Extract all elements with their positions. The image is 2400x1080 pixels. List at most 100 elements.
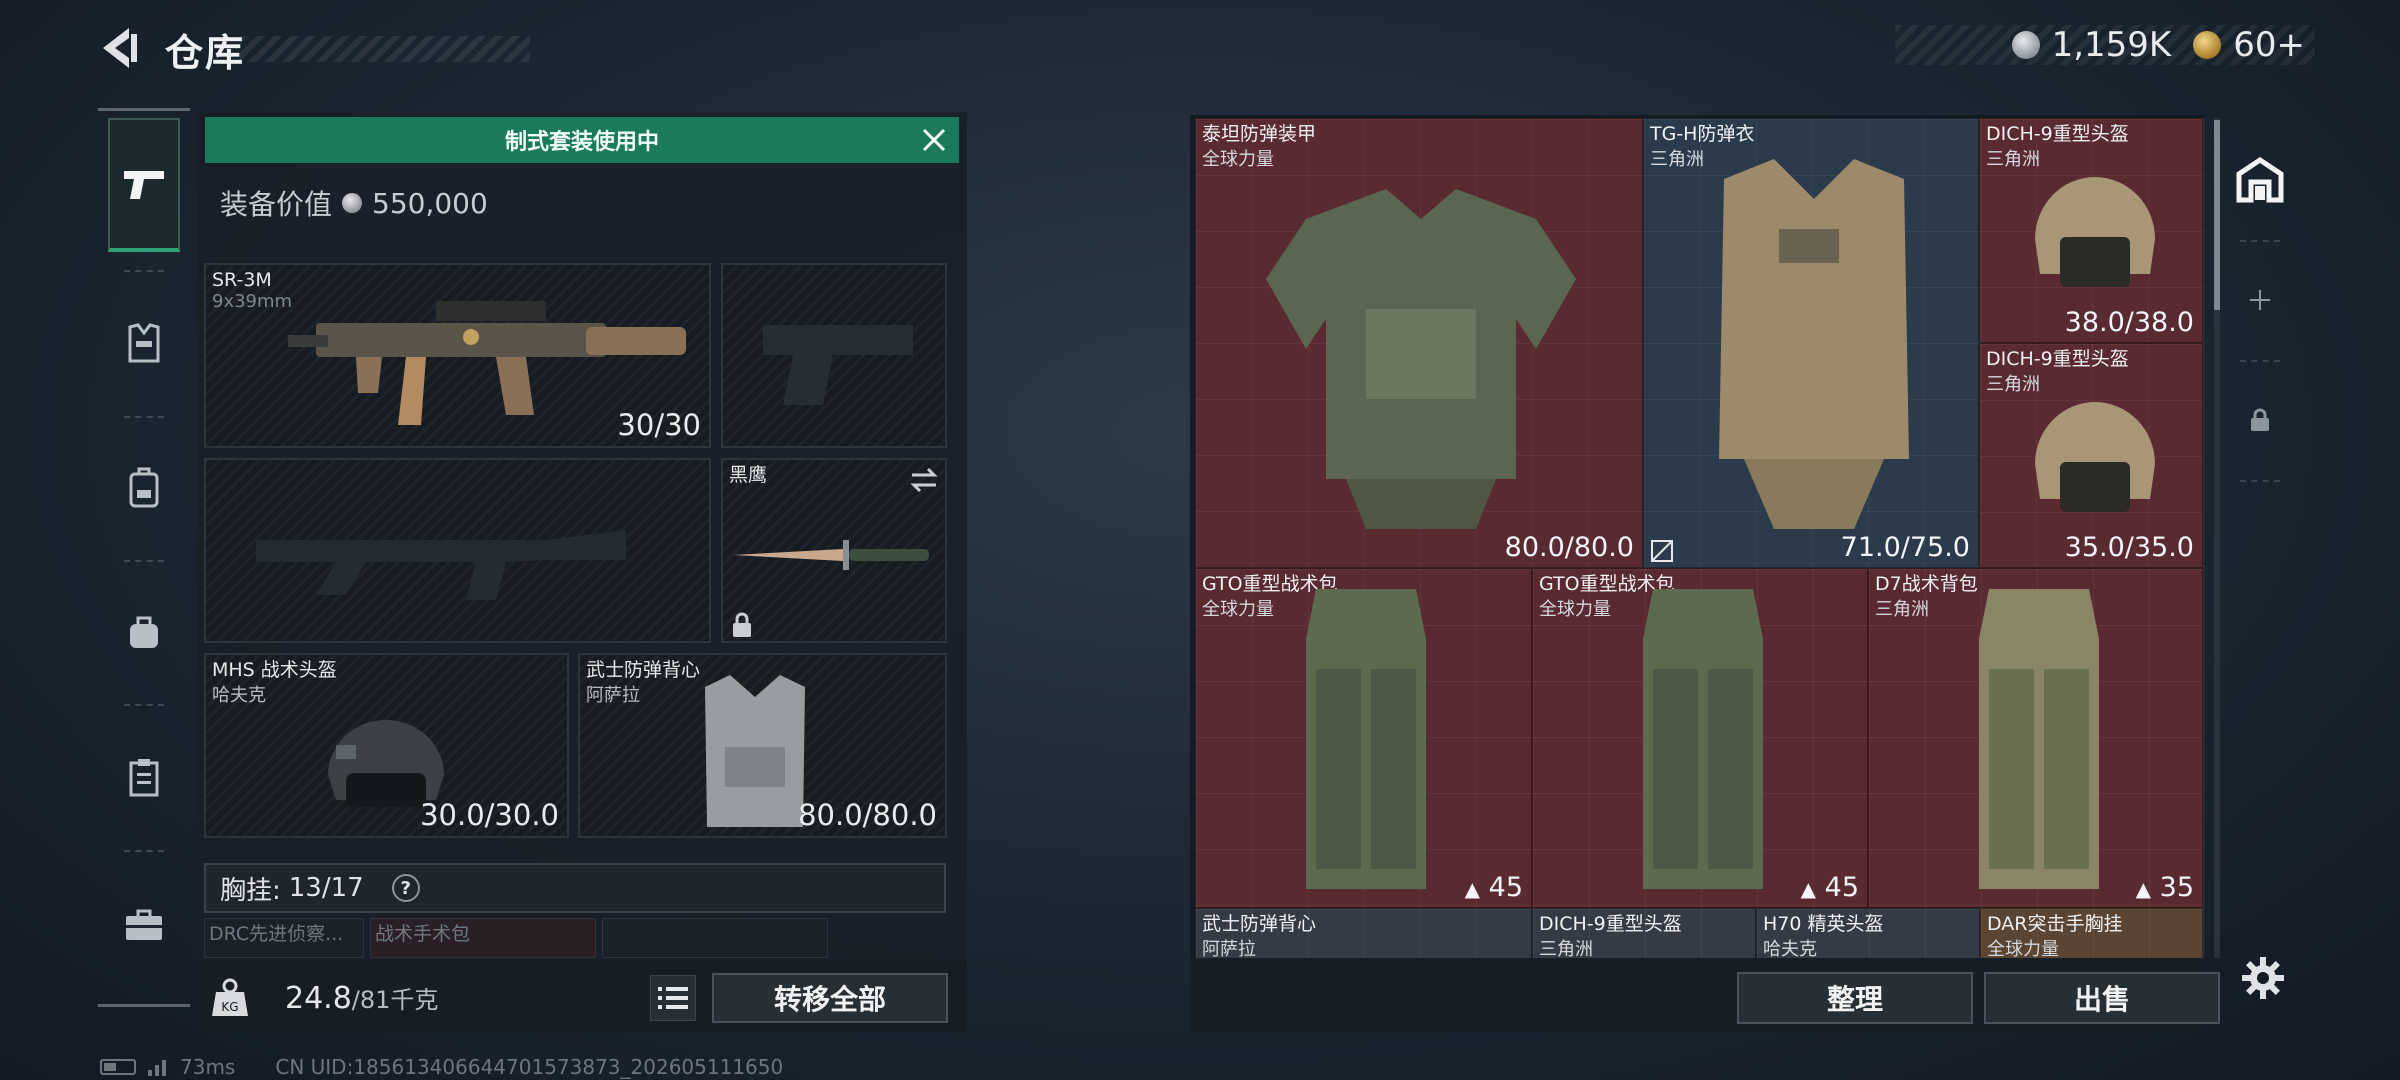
container-slot[interactable]	[602, 918, 828, 958]
ping-readout: 73ms	[180, 1055, 236, 1079]
armor-name: 武士防弹背心	[586, 659, 701, 681]
storage-item[interactable]: DICH-9重型头盔 三角洲 38.0/38.0	[1979, 118, 2203, 343]
item-faction: 三角洲	[1875, 599, 1929, 620]
chest-capacity: 13/17	[288, 873, 364, 903]
storage-item[interactable]: DICH-9重型头盔 三角洲 35.0/35.0	[1979, 343, 2203, 568]
item-capacity: ▲ 35	[2135, 872, 2194, 903]
storage-item[interactable]: 泰坦防弹装甲 全球力量 80.0/80.0	[1195, 118, 1643, 568]
ammo-count: 30/30	[617, 408, 701, 442]
storage-side-rail	[2225, 120, 2295, 550]
container-slot[interactable]: 战术手术包	[370, 918, 596, 958]
storage-item[interactable]: 武士防弹背心 阿萨拉	[1195, 908, 1532, 958]
loadout-banner: 制式套装使用中	[205, 117, 959, 163]
storage-item[interactable]: DAR突击手胸挂 全球力量	[1980, 908, 2203, 958]
title-decoration	[240, 36, 530, 62]
helmet-name: MHS 战术头盔	[212, 659, 337, 681]
silver-coin-icon	[342, 193, 363, 213]
item-name: DICH-9重型头盔	[1986, 123, 2129, 145]
value-label: 装备价值	[220, 188, 333, 221]
helmet-slot[interactable]: MHS 战术头盔 哈夫克 30.0/30.0	[204, 653, 569, 838]
storage-item[interactable]: GTO重型战术包 全球力量 ▲ 45	[1532, 568, 1868, 908]
category-tools[interactable]	[108, 858, 180, 992]
lock-icon	[2251, 408, 2269, 431]
settings-button[interactable]	[2240, 955, 2286, 1001]
secondary-weapon-slot[interactable]	[204, 458, 711, 643]
armor-slot[interactable]: 武士防弹背心 阿萨拉 80.0/80.0	[578, 653, 947, 838]
bag-icon	[130, 616, 158, 648]
helmet-image	[2035, 177, 2155, 287]
gear-icon	[2242, 957, 2284, 999]
pistol-silhouette	[763, 325, 913, 405]
list-icon	[658, 987, 688, 1009]
locked-storage-button[interactable]	[2225, 360, 2295, 480]
weight-icon: KG	[208, 976, 252, 1020]
armor-durability: 80.0/80.0	[798, 798, 937, 832]
knife-image	[733, 540, 929, 570]
heavy-armor-image	[1266, 189, 1576, 529]
gold-balance[interactable]: 60+	[2233, 25, 2305, 65]
item-name: DAR突击手胸挂	[1987, 913, 2123, 935]
storage-scroll-thumb[interactable]	[2214, 120, 2220, 310]
banner-text: 制式套装使用中	[504, 130, 659, 155]
item-durability: 71.0/75.0	[1840, 532, 1970, 563]
sort-button[interactable]: 整理	[1737, 972, 1973, 1024]
category-tasks[interactable]	[108, 710, 180, 844]
list-view-button[interactable]	[650, 975, 696, 1021]
helmet-image	[2035, 402, 2155, 512]
storage-grid: 泰坦防弹装甲 全球力量 80.0/80.0 TG-H防弹衣 三角洲 71.0/7…	[1195, 118, 2205, 958]
category-bag[interactable]	[108, 564, 180, 698]
armor-faction: 阿萨拉	[586, 685, 640, 706]
category-weapons[interactable]	[108, 118, 180, 252]
storage-item[interactable]: GTO重型战术包 全球力量 ▲ 45	[1195, 568, 1532, 908]
storage-item[interactable]: DICH-9重型头盔 三角洲	[1532, 908, 1756, 958]
item-durability: 38.0/38.0	[2064, 307, 2194, 338]
value-amount: 550,000	[372, 186, 488, 220]
transfer-all-button[interactable]: 转移全部	[712, 973, 948, 1023]
signal-icon	[148, 1060, 166, 1076]
help-icon[interactable]: ?	[391, 874, 420, 902]
close-banner-button[interactable]	[919, 125, 949, 155]
category-backpack[interactable]	[108, 420, 180, 554]
toolbox-icon	[126, 909, 162, 940]
item-faction: 全球力量	[1987, 939, 2059, 958]
warehouse-tab[interactable]	[2225, 120, 2295, 240]
backpack-image	[1643, 589, 1763, 889]
item-faction: 三角洲	[1539, 939, 1593, 958]
item-name: H70 精英头盔	[1763, 913, 1884, 935]
add-storage-button[interactable]	[2225, 240, 2295, 360]
svg-text:KG: KG	[221, 1000, 238, 1014]
plus-icon	[2250, 290, 2270, 310]
backpack-icon	[129, 467, 159, 508]
item-faction: 阿萨拉	[1202, 939, 1256, 958]
swap-icon[interactable]	[908, 466, 940, 494]
battery-icon	[100, 1059, 136, 1075]
item-name: 武士防弹背心	[1202, 913, 1317, 935]
item-name: DICH-9重型头盔	[1986, 348, 2129, 370]
storage-item[interactable]: H70 精英头盔 哈夫克	[1756, 908, 1980, 958]
bag-icon: ▲	[2135, 877, 2152, 901]
chest-label: 胸挂:	[220, 875, 281, 906]
close-icon	[922, 128, 946, 152]
vest-image	[705, 675, 805, 827]
sidearm-slot[interactable]	[721, 263, 947, 448]
back-button[interactable]	[95, 22, 145, 74]
melee-slot[interactable]: 黑鹰	[721, 458, 947, 643]
silver-balance: 1,159K	[2051, 25, 2172, 65]
container-slot[interactable]: DRC先进侦察...	[204, 918, 364, 958]
storage-item[interactable]: D7战术背包 三角洲 ▲ 35	[1868, 568, 2203, 908]
chest-rig-row[interactable]: 胸挂: 13/17 ?	[204, 863, 946, 913]
container-label: DRC先进侦察...	[209, 923, 344, 945]
lock-icon	[733, 612, 751, 637]
storage-item[interactable]: TG-H防弹衣 三角洲 71.0/75.0	[1643, 118, 1979, 568]
category-armor[interactable]	[108, 276, 180, 410]
primary-weapon-slot[interactable]: SR-3M 9x39mm 30/30	[204, 263, 711, 448]
rail-divider	[98, 1004, 190, 1007]
currency-bar: 1,159K 60+	[1895, 25, 2315, 65]
item-capacity: ▲ 45	[1800, 872, 1859, 903]
armor-vest-icon	[128, 323, 160, 363]
category-rail	[98, 110, 190, 1010]
melee-name: 黑鹰	[729, 464, 768, 486]
plate-carrier-image	[1719, 159, 1909, 529]
gold-token-icon	[2193, 31, 2222, 59]
sell-button[interactable]: 出售	[1984, 972, 2220, 1024]
